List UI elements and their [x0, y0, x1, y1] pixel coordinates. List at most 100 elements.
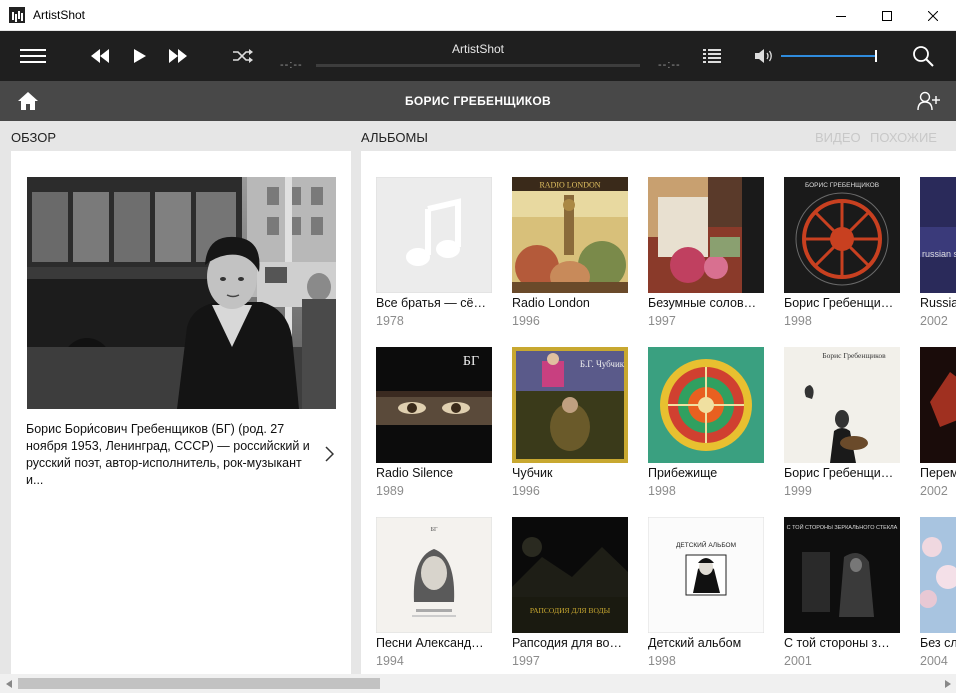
album-card[interactable]: Без сл 2004: [920, 517, 956, 668]
scroll-right-button[interactable]: [939, 674, 956, 693]
artist-photo: [27, 177, 336, 409]
album-title: Radio London: [512, 296, 590, 310]
content-area: ОБЗОР АЛЬБОМЫ ВИДЕО ПОХОЖИЕ Борис Бори́с…: [0, 121, 956, 674]
album-cover: RADIO LONDON: [512, 177, 628, 293]
album-card[interactable]: С ТОЙ СТОРОНЫ ЗЕРКАЛЬНОГО СТЕКЛА С той с…: [784, 517, 900, 668]
minimize-button[interactable]: [818, 0, 864, 31]
elapsed-time: --:--: [280, 59, 303, 71]
bio-expand-button[interactable]: [321, 443, 337, 465]
close-icon: [928, 10, 938, 21]
album-cover: Борис Гребенщиков: [784, 347, 900, 463]
albums-grid: Все братья — сё… 1978 RADIO LONDON Radio…: [361, 151, 956, 674]
overview-panel: Борис Бори́сович Гребенщиков (БГ) (род. …: [11, 151, 351, 674]
horizontal-scrollbar[interactable]: [0, 674, 956, 693]
app-equalizer-icon: [9, 7, 25, 23]
mute-button[interactable]: [754, 31, 776, 81]
album-cover: Б.Г. Чубчик: [512, 347, 628, 463]
album-year: 2004: [920, 654, 948, 668]
cover-text: БГ: [431, 527, 438, 533]
album-title: Детский альбом: [648, 636, 742, 650]
search-button[interactable]: [910, 31, 936, 81]
album-title: Без сл: [920, 636, 956, 650]
album-card[interactable]: Перем 2002: [920, 347, 956, 498]
album-year: 1996: [512, 314, 540, 328]
play-button[interactable]: [130, 31, 150, 81]
artist-bio: Борис Бори́сович Гребенщиков (БГ) (род. …: [26, 422, 310, 487]
scrollbar-thumb[interactable]: [18, 678, 380, 689]
tab-video[interactable]: ВИДЕО: [815, 130, 861, 145]
album-card[interactable]: РАПСОДИЯ ДЛЯ ВОДЫ Рапсодия для во… 1997: [512, 517, 628, 668]
album-title: Безумные солов…: [648, 296, 757, 310]
chevron-right-icon: [324, 446, 334, 462]
album-cover: [920, 517, 956, 633]
album-cover: russian s: [920, 177, 956, 293]
albums-heading: АЛЬБОМЫ: [361, 130, 428, 145]
shuffle-icon: [233, 49, 253, 63]
album-title: С той стороны з…: [784, 636, 890, 650]
album-cover: РАПСОДИЯ ДЛЯ ВОДЫ: [512, 517, 628, 633]
overview-heading: ОБЗОР: [11, 130, 56, 145]
next-button[interactable]: [166, 31, 190, 81]
cover-text: БГ: [463, 354, 479, 369]
close-button[interactable]: [910, 0, 956, 31]
minimize-icon: [836, 15, 846, 17]
album-cover: ДЕТСКИЙ АЛЬБОМ: [648, 517, 764, 633]
title-bar: ArtistShot: [0, 0, 956, 31]
album-card[interactable]: RADIO LONDON Radio London 1996: [512, 177, 628, 328]
menu-button[interactable]: [18, 31, 48, 81]
caret-left-icon: [5, 679, 12, 688]
album-card[interactable]: Все братья — сё… 1978: [376, 177, 492, 328]
artist-header: БОРИС ГРЕБЕНЩИКОВ: [0, 81, 956, 121]
hamburger-icon: [20, 49, 46, 63]
album-card[interactable]: Борис Гребенщиков Борис Гребенщи… 1999: [784, 347, 900, 498]
album-title: Все братья — сё…: [376, 296, 486, 310]
album-cover: [648, 347, 764, 463]
speaker-icon: [755, 49, 772, 63]
maximize-icon: [882, 10, 892, 21]
total-time: --:--: [658, 59, 681, 71]
maximize-button[interactable]: [864, 0, 910, 31]
album-cover: БГ: [376, 517, 492, 633]
album-title: Борис Гребенщи…: [784, 466, 894, 480]
album-card[interactable]: Прибежище 1998: [648, 347, 764, 498]
cover-text: С ТОЙ СТОРОНЫ ЗЕРКАЛЬНОГО СТЕКЛА: [787, 523, 898, 531]
playlist-icon: [703, 49, 721, 63]
tab-similar[interactable]: ПОХОЖИЕ: [870, 130, 937, 145]
album-cover: [648, 177, 764, 293]
album-title: Рапсодия для во…: [512, 636, 623, 650]
album-year: 2002: [920, 484, 948, 498]
album-title: Russia: [920, 296, 956, 310]
album-title: Борис Гребенщи…: [784, 296, 894, 310]
shuffle-button[interactable]: [232, 31, 254, 81]
album-card[interactable]: БГ Песни Александ… 1994: [376, 517, 492, 668]
album-card[interactable]: russian s Russia 2002: [920, 177, 956, 328]
album-year: 1997: [648, 314, 676, 328]
volume-slider-handle[interactable]: [875, 50, 877, 62]
album-title: Radio Silence: [376, 466, 454, 480]
volume-slider[interactable]: [781, 55, 877, 57]
album-year: 1999: [784, 484, 812, 498]
album-card[interactable]: ДЕТСКИЙ АЛЬБОМ Детский альбом 1998: [648, 517, 764, 668]
fast-forward-icon: [169, 49, 187, 63]
album-year: 1989: [376, 484, 404, 498]
album-year: 2001: [784, 654, 812, 668]
album-card[interactable]: Б.Г. Чубчик Чубчик 1996: [512, 347, 628, 498]
follow-artist-button[interactable]: [916, 81, 942, 121]
cover-text: Б.Г. Чубчик: [580, 359, 625, 369]
album-year: 2002: [920, 314, 948, 328]
cover-text: ДЕТСКИЙ АЛЬБОМ: [676, 540, 736, 549]
album-year: 1996: [512, 484, 540, 498]
window-title: ArtistShot: [33, 8, 86, 22]
scroll-left-button[interactable]: [0, 674, 17, 693]
cover-text: Борис Гребенщиков: [822, 351, 886, 360]
previous-button[interactable]: [88, 31, 112, 81]
album-card[interactable]: БГ Radio Silence 1989: [376, 347, 492, 498]
album-year: 1994: [376, 654, 404, 668]
album-card[interactable]: БОРИС ГРЕБЕНЩИКОВ Борис Гребенщи… 1998: [784, 177, 900, 328]
playlist-button[interactable]: [702, 31, 722, 81]
progress-bar[interactable]: [316, 64, 640, 67]
album-title: Чубчик: [512, 466, 553, 480]
search-icon: [913, 46, 934, 67]
cover-text: RADIO LONDON: [539, 181, 600, 190]
album-card[interactable]: Безумные солов… 1997: [648, 177, 764, 328]
